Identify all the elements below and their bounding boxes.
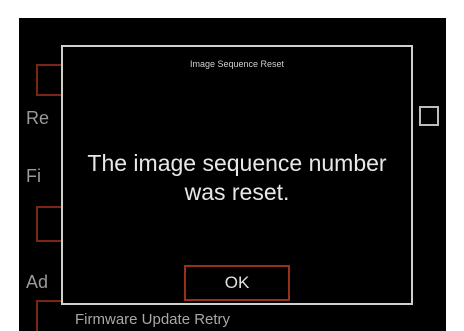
background-menu-label: Re [26, 108, 50, 128]
firmware-update-retry-item: Firmware Update Retry [75, 311, 231, 328]
camera-screen: Re Fi Ad Firmware Update Retry Image Seq… [19, 18, 446, 331]
background-menu-label: Fi [26, 166, 41, 186]
dialog-message: The image sequence number was reset. [87, 150, 387, 205]
image-sequence-reset-dialog: Image Sequence Reset The image sequence … [61, 45, 413, 305]
dialog-title: Image Sequence Reset [189, 59, 285, 69]
background-menu-checkbox [419, 106, 439, 126]
background-menu-label: Ad [26, 272, 49, 292]
ok-button[interactable]: OK [184, 265, 290, 301]
